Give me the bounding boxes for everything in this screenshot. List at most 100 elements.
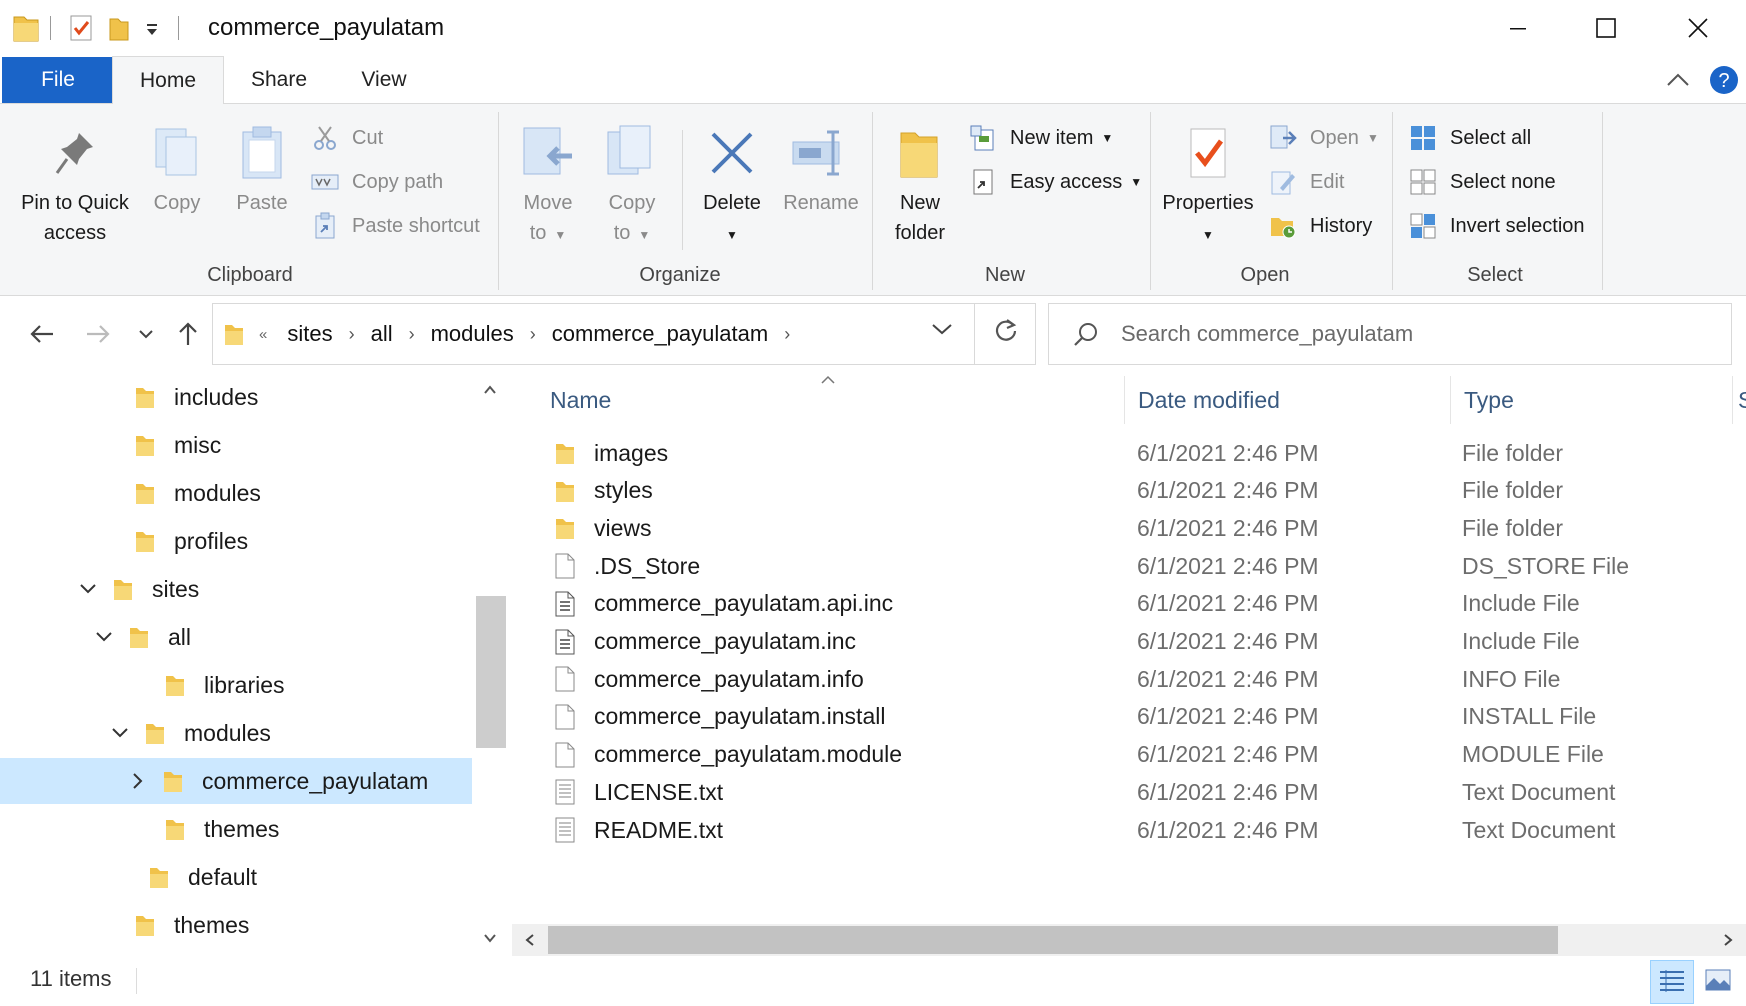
search-input[interactable]: Search commerce_payulatam bbox=[1121, 321, 1413, 347]
file-name-cell[interactable]: images bbox=[552, 432, 668, 474]
tree-item-themes-all[interactable]: themes bbox=[0, 806, 472, 852]
refresh-button[interactable] bbox=[974, 303, 1036, 365]
open-button[interactable]: Open ▼ bbox=[1268, 118, 1379, 158]
tree-item-misc[interactable]: misc bbox=[0, 422, 472, 468]
minimize-button[interactable] bbox=[1472, 0, 1564, 56]
tab-view[interactable]: View bbox=[334, 56, 434, 104]
new-item-button[interactable]: New item ▼ bbox=[968, 118, 1113, 158]
address-dropdown-chevron-icon[interactable] bbox=[931, 322, 953, 341]
tree-item-profiles[interactable]: profiles bbox=[0, 518, 472, 564]
properties-checkmark-icon[interactable] bbox=[68, 10, 94, 46]
file-row[interactable]: commerce_payulatam.info 6/1/2021 2:46 PM I… bbox=[512, 658, 1746, 700]
tree-item-themes[interactable]: themes bbox=[0, 902, 472, 948]
tree-item-modules[interactable]: modules bbox=[0, 470, 472, 516]
close-button[interactable] bbox=[1652, 0, 1744, 56]
folder-icon[interactable] bbox=[12, 10, 40, 46]
help-icon[interactable]: ? bbox=[1708, 64, 1740, 101]
copy-to-button[interactable]: Copy to ▼ bbox=[594, 118, 670, 250]
file-row[interactable]: styles 6/1/2021 2:46 PM File folder bbox=[512, 470, 1746, 512]
file-row[interactable]: commerce_payulatam.inc 6/1/2021 2:46 PM In… bbox=[512, 621, 1746, 663]
paste-button[interactable]: Paste bbox=[224, 118, 300, 218]
search-box[interactable]: Search commerce_payulatam bbox=[1048, 303, 1732, 365]
pin-to-quick-access-button[interactable]: Pin to Quick access bbox=[10, 118, 140, 248]
tab-file[interactable]: File bbox=[2, 57, 114, 103]
cut-button[interactable]: Cut bbox=[310, 118, 383, 158]
breadcrumb-all[interactable]: all bbox=[371, 321, 393, 347]
tree-item-all[interactable]: all bbox=[0, 614, 472, 660]
navigation-pane-scrollbar[interactable] bbox=[472, 372, 508, 956]
column-header-size[interactable]: S bbox=[1738, 372, 1746, 428]
breadcrumb-commerce-payulatam[interactable]: commerce_payulatam bbox=[552, 321, 768, 347]
scroll-down-icon[interactable] bbox=[472, 920, 508, 956]
file-name-cell[interactable]: .DS_Store bbox=[552, 545, 700, 587]
file-name-cell[interactable]: LICENSE.txt bbox=[552, 771, 723, 813]
tree-item-modules-all[interactable]: modules bbox=[0, 710, 472, 756]
chevron-down-icon[interactable] bbox=[78, 583, 98, 595]
file-name-cell[interactable]: commerce_payulatam.module bbox=[552, 734, 902, 776]
maximize-button[interactable] bbox=[1560, 0, 1652, 56]
select-none-button[interactable]: Select none bbox=[1408, 162, 1556, 202]
tree-item-default[interactable]: default bbox=[0, 854, 472, 900]
copy-button[interactable]: Copy bbox=[142, 118, 212, 218]
tab-share[interactable]: Share bbox=[224, 56, 334, 104]
tab-home[interactable]: Home bbox=[112, 56, 224, 105]
file-row[interactable]: README.txt 6/1/2021 2:46 PM Text Document bbox=[512, 809, 1746, 851]
file-name-cell[interactable]: styles bbox=[552, 470, 653, 512]
file-name-cell[interactable]: commerce_payulatam.inc bbox=[552, 621, 856, 663]
chevron-right-icon[interactable]: › bbox=[530, 324, 536, 345]
scrollbar-thumb[interactable] bbox=[476, 596, 506, 748]
new-folder-button[interactable]: New folder bbox=[880, 118, 960, 248]
breadcrumb-modules[interactable]: modules bbox=[431, 321, 514, 347]
tree-item-includes[interactable]: includes bbox=[0, 374, 472, 420]
column-header-name[interactable]: Name bbox=[550, 372, 1130, 428]
horizontal-scrollbar[interactable] bbox=[512, 924, 1746, 956]
chevron-right-icon[interactable] bbox=[128, 772, 148, 790]
move-to-button[interactable]: Move to ▼ bbox=[510, 118, 586, 250]
tree-item-sites[interactable]: sites bbox=[0, 566, 472, 612]
properties-button[interactable]: Properties ▼ bbox=[1158, 118, 1258, 250]
address-bar[interactable]: « sites › all › modules › commerce_payul… bbox=[212, 303, 1036, 365]
up-button[interactable] bbox=[168, 314, 208, 354]
recent-locations-chevron-icon[interactable] bbox=[126, 314, 166, 354]
new-folder-icon[interactable] bbox=[108, 10, 130, 46]
file-row[interactable]: LICENSE.txt 6/1/2021 2:46 PM Text Document bbox=[512, 771, 1746, 813]
large-icons-view-button[interactable] bbox=[1696, 960, 1740, 1004]
column-header-date-modified[interactable]: Date modified bbox=[1138, 372, 1438, 428]
edit-button[interactable]: Edit bbox=[1268, 162, 1344, 202]
file-name-cell[interactable]: views bbox=[552, 507, 652, 549]
tree-item-commerce-payulatam[interactable]: commerce_payulatam bbox=[0, 758, 472, 804]
scroll-left-icon[interactable] bbox=[512, 924, 548, 956]
scroll-up-icon[interactable] bbox=[472, 372, 508, 408]
file-row[interactable]: commerce_payulatam.install 6/1/2021 2:46 … bbox=[512, 696, 1746, 738]
chevron-right-icon[interactable]: › bbox=[349, 324, 355, 345]
file-row[interactable]: views 6/1/2021 2:46 PM File folder bbox=[512, 507, 1746, 549]
back-button[interactable] bbox=[22, 314, 62, 354]
file-row[interactable]: commerce_payulatam.api.inc 6/1/2021 2:46 … bbox=[512, 583, 1746, 625]
chevron-down-icon[interactable] bbox=[110, 727, 130, 739]
select-all-button[interactable]: Select all bbox=[1408, 118, 1531, 158]
file-name-cell[interactable]: README.txt bbox=[552, 809, 723, 851]
scroll-right-icon[interactable] bbox=[1710, 924, 1746, 956]
easy-access-button[interactable]: Easy access ▼ bbox=[968, 162, 1142, 202]
file-row[interactable]: .DS_Store 6/1/2021 2:46 PM DS_STORE File bbox=[512, 545, 1746, 587]
file-row[interactable]: commerce_payulatam.module 6/1/2021 2:46 P… bbox=[512, 734, 1746, 776]
delete-button[interactable]: Delete ▼ bbox=[690, 118, 774, 250]
chevron-down-icon[interactable] bbox=[94, 631, 114, 643]
file-name-cell[interactable]: commerce_payulatam.info bbox=[552, 658, 864, 700]
tree-item-libraries[interactable]: libraries bbox=[0, 662, 472, 708]
forward-button[interactable] bbox=[78, 314, 118, 354]
chevron-right-icon[interactable]: › bbox=[784, 324, 790, 345]
copy-path-button[interactable]: Copy path bbox=[310, 162, 443, 202]
navigation-pane[interactable]: includes misc modules profiles sites all… bbox=[0, 372, 508, 956]
breadcrumb-sites[interactable]: sites bbox=[287, 321, 332, 347]
file-name-cell[interactable]: commerce_payulatam.api.inc bbox=[552, 583, 893, 625]
chevron-right-icon[interactable]: › bbox=[409, 324, 415, 345]
column-header-type[interactable]: Type bbox=[1464, 372, 1714, 428]
details-view-button[interactable] bbox=[1650, 960, 1694, 1004]
rename-button[interactable]: Rename bbox=[778, 118, 864, 218]
address-overflow[interactable]: « bbox=[259, 326, 267, 343]
scrollbar-thumb[interactable] bbox=[548, 926, 1558, 954]
file-name-cell[interactable]: commerce_payulatam.install bbox=[552, 696, 885, 738]
file-list[interactable]: Name Date modified Type S images 6/1/2021… bbox=[512, 372, 1746, 956]
file-row[interactable]: images 6/1/2021 2:46 PM File folder bbox=[512, 432, 1746, 474]
